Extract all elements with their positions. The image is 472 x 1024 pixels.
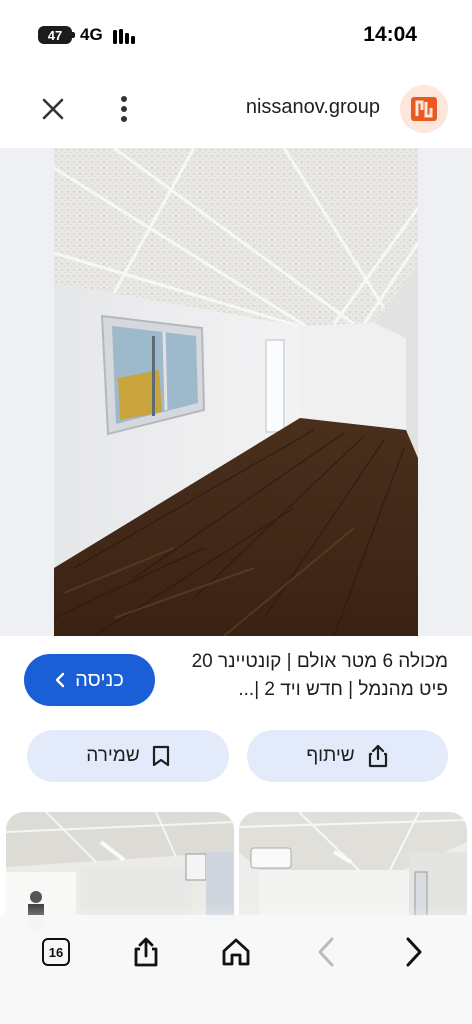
share-page-button[interactable] bbox=[124, 930, 168, 974]
battery-level: 47 bbox=[47, 27, 63, 43]
main-image[interactable] bbox=[0, 148, 472, 636]
close-icon bbox=[42, 98, 64, 120]
battery-tip bbox=[72, 32, 75, 38]
tabs-icon: 16 bbox=[42, 938, 70, 966]
save-button[interactable]: שמירה bbox=[27, 730, 229, 782]
home-icon bbox=[222, 938, 250, 966]
site-logo-icon bbox=[411, 97, 437, 121]
status-bar: 47 4G 14:04 bbox=[0, 0, 472, 70]
room-photo bbox=[54, 148, 418, 636]
back-button[interactable] bbox=[304, 930, 348, 974]
visit-label: כניסה bbox=[75, 668, 124, 691]
share-label: שיתוף bbox=[306, 745, 355, 766]
viewer-header: nissanov.group bbox=[0, 70, 472, 148]
share-icon bbox=[368, 744, 387, 768]
browser-toolbar: 16 bbox=[0, 915, 472, 1024]
site-logo[interactable] bbox=[400, 85, 448, 133]
share-button[interactable]: שיתוף bbox=[247, 730, 448, 782]
app-screen: 47 4G 14:04 nissanov.group מכולה 6 מטר א… bbox=[0, 0, 472, 1024]
visit-button[interactable]: כניסה bbox=[24, 654, 155, 706]
home-button[interactable] bbox=[214, 930, 258, 974]
bookmark-icon bbox=[152, 745, 169, 767]
more-options-button[interactable] bbox=[108, 92, 140, 126]
save-label: שמירה bbox=[86, 745, 140, 766]
close-button[interactable] bbox=[36, 92, 70, 126]
chevron-left-icon bbox=[55, 672, 65, 688]
forward-icon bbox=[406, 937, 422, 967]
more-vertical-icon bbox=[121, 96, 127, 122]
site-name[interactable]: nissanov.group bbox=[246, 96, 380, 119]
forward-button[interactable] bbox=[392, 930, 436, 974]
clock: 14:04 bbox=[363, 23, 417, 46]
network-type: 4G bbox=[80, 25, 103, 44]
result-caption[interactable]: מכולה 6 מטר אולם | קונטיינר 20 פיט מהנמל… bbox=[178, 648, 448, 704]
back-icon bbox=[318, 937, 334, 967]
tabs-button[interactable]: 16 bbox=[34, 930, 78, 974]
battery-indicator: 47 bbox=[38, 26, 75, 44]
signal-icon bbox=[113, 29, 135, 44]
share-icon bbox=[134, 937, 158, 967]
